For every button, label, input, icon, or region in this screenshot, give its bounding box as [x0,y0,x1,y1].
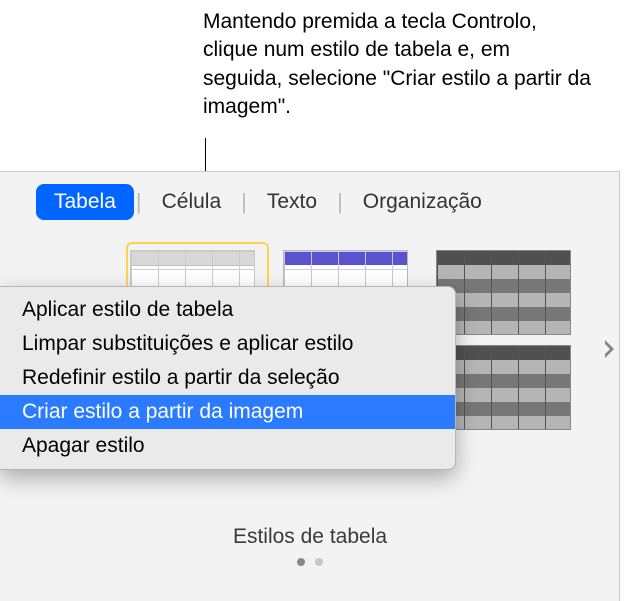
menu-item-redefine-from-selection[interactable]: Redefinir estilo a partir da seleção [0,361,455,395]
tab-separator: | [241,189,247,215]
table-style-thumbnail[interactable] [436,345,571,430]
pager-dot[interactable] [315,558,323,566]
pager-dot[interactable] [297,558,305,566]
next-styles-button[interactable] [593,332,627,366]
table-styles-label: Estilos de tabela [0,525,620,549]
menu-item-delete-style[interactable]: Apagar estilo [0,429,455,463]
context-menu: Aplicar estilo de tabela Limpar substitu… [0,286,456,470]
styles-pager [0,558,620,566]
tab-tabela[interactable]: Tabela [36,184,134,220]
menu-item-apply-style[interactable]: Aplicar estilo de tabela [0,293,455,327]
menu-item-create-from-image[interactable]: Criar estilo a partir da imagem [0,395,455,429]
inspector-tabs: Tabela | Célula | Texto | Organização [0,172,619,220]
tab-organizacao[interactable]: Organização [345,184,500,220]
callout-text: Mantendo premida a tecla Controlo, cliqu… [203,8,593,121]
tab-separator: | [337,189,343,215]
chevron-right-icon [603,338,617,360]
tab-texto[interactable]: Texto [249,184,335,220]
table-style-thumbnail[interactable] [436,250,571,335]
menu-item-clear-overrides[interactable]: Limpar substituições e aplicar estilo [0,327,455,361]
tab-celula[interactable]: Célula [144,184,240,220]
tab-separator: | [136,189,142,215]
